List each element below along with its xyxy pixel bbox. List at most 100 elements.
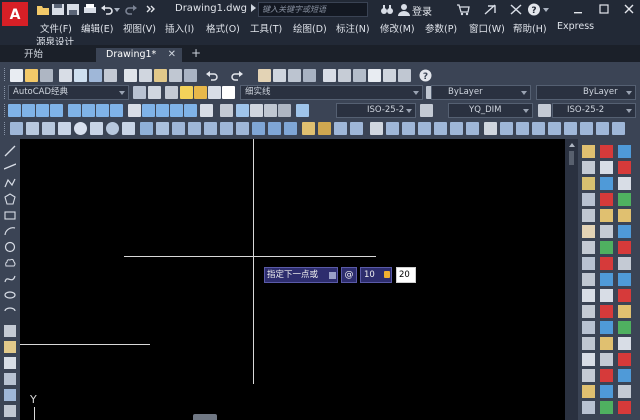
rotate-icon[interactable] [582, 241, 595, 254]
cylinder-icon[interactable] [90, 122, 103, 135]
gear-icon[interactable] [148, 86, 161, 99]
menu-tools[interactable]: 工具(T) [250, 21, 282, 35]
yq-tool-4-icon[interactable] [600, 193, 613, 206]
layer-color-swatch-icon[interactable] [222, 86, 235, 99]
fillet-icon[interactable] [582, 369, 595, 382]
yq-tool-7-icon[interactable] [600, 241, 613, 254]
angle-field[interactable]: 20 [396, 267, 416, 283]
rectangle-icon[interactable] [4, 209, 16, 221]
yq-tool-17-icon[interactable] [600, 401, 613, 414]
circle-icon[interactable] [4, 241, 16, 253]
undo-dropdown-icon[interactable] [113, 3, 121, 16]
make-block-icon[interactable] [4, 341, 16, 353]
layer-properties-icon[interactable] [165, 86, 178, 99]
lengthen-icon[interactable] [582, 401, 595, 414]
save-as-icon[interactable] [66, 3, 80, 16]
view-iso-ne-icon[interactable] [612, 122, 625, 135]
yq-tool-3-icon[interactable] [600, 177, 613, 190]
new-file-icon[interactable] [10, 69, 23, 82]
3d-move-icon[interactable] [302, 122, 315, 135]
view-top-icon[interactable] [484, 122, 497, 135]
workspace-settings-icon[interactable] [133, 86, 146, 99]
center-mark-icon[interactable] [220, 104, 233, 117]
ucs-icon[interactable] [370, 122, 383, 135]
yq-tool-19-icon[interactable] [618, 161, 631, 174]
plot-preview-icon[interactable] [74, 69, 87, 82]
ellipse-arc-icon[interactable] [4, 305, 16, 317]
help-dropdown-icon[interactable] [542, 3, 550, 16]
print-icon[interactable] [83, 3, 97, 16]
match-properties-icon[interactable] [169, 69, 182, 82]
yq-tool-31-icon[interactable] [618, 353, 631, 366]
yq-tool-33-icon[interactable] [618, 385, 631, 398]
3d-dwf-icon[interactable] [104, 69, 117, 82]
plot-icon[interactable] [59, 69, 72, 82]
wedge-icon[interactable] [42, 122, 55, 135]
presspull-icon[interactable] [188, 122, 201, 135]
search-input[interactable]: 键入关键字或短语 [258, 2, 368, 17]
jogged-linear-icon[interactable] [250, 104, 263, 117]
close-x-icon[interactable] [509, 3, 523, 16]
polysolid-icon[interactable] [10, 122, 23, 135]
help-icon[interactable]: ? [527, 3, 541, 16]
view-iso-sw-icon[interactable] [580, 122, 593, 135]
yq-tool-6-icon[interactable] [600, 225, 613, 238]
yq-tool-20-icon[interactable] [618, 177, 631, 190]
maximize-button[interactable] [596, 2, 612, 16]
table-style-select[interactable]: ISO-25-2 [552, 103, 636, 118]
zoom-window-icon[interactable] [288, 69, 301, 82]
diameter-dim-icon[interactable] [96, 104, 109, 117]
yq-tool-13-icon[interactable] [600, 337, 613, 350]
explode-icon[interactable] [582, 385, 595, 398]
yq-tool-27-icon[interactable] [618, 289, 631, 302]
menu-format[interactable]: 格式(O) [206, 21, 240, 35]
arc-icon[interactable] [4, 225, 16, 237]
ucs-world-icon[interactable] [386, 122, 399, 135]
zoom-realtime-icon[interactable] [273, 69, 286, 82]
dim-update-icon[interactable] [296, 104, 309, 117]
ucs-view-icon[interactable] [450, 122, 463, 135]
toolbar-undo-icon[interactable] [206, 69, 219, 82]
revision-cloud-icon[interactable] [4, 257, 16, 269]
block-editor-icon[interactable] [184, 69, 197, 82]
yq-tool-11-icon[interactable] [600, 305, 613, 318]
sweep-icon[interactable] [204, 122, 217, 135]
yq-tool-23-icon[interactable] [618, 225, 631, 238]
dim-style-icon[interactable] [420, 104, 433, 117]
redo-icon[interactable] [124, 3, 138, 16]
chamfer-icon[interactable] [582, 353, 595, 366]
yq-tool-24-icon[interactable] [618, 241, 631, 254]
paste-icon[interactable] [154, 69, 167, 82]
text-style-select[interactable]: ISO-25-2 [336, 103, 416, 118]
erase-pencil-icon[interactable] [582, 145, 595, 158]
toolbar-grip[interactable] [4, 68, 7, 81]
yq-tool-22-icon[interactable] [618, 209, 631, 222]
publish-icon[interactable] [89, 69, 102, 82]
open-icon[interactable] [25, 69, 38, 82]
ucs-object-icon[interactable] [434, 122, 447, 135]
menu-parametric[interactable]: 参数(P) [425, 21, 457, 35]
ucs-previous-icon[interactable] [402, 122, 415, 135]
offset-icon[interactable] [582, 193, 595, 206]
scale-icon[interactable] [582, 257, 595, 270]
toolbar-grip[interactable] [4, 104, 7, 117]
aligned-dim-icon[interactable] [22, 104, 35, 117]
yq-tool-18-icon[interactable] [618, 145, 631, 158]
sphere-icon[interactable] [74, 122, 87, 135]
view-iso-se-icon[interactable] [596, 122, 609, 135]
options-arrow-icon[interactable] [329, 272, 336, 279]
view-right-icon[interactable] [532, 122, 545, 135]
menu-dimension[interactable]: 标注(N) [336, 21, 370, 35]
join-icon[interactable] [582, 337, 595, 350]
yq-tool-28-icon[interactable] [618, 305, 631, 318]
hatch-icon[interactable] [4, 373, 16, 385]
pyramid-icon[interactable] [122, 122, 135, 135]
mirror-icon[interactable] [582, 177, 595, 190]
layer-lock-icon[interactable] [208, 86, 221, 99]
menu-window[interactable]: 窗口(W) [469, 21, 505, 35]
copy-object-icon[interactable] [582, 161, 595, 174]
autocad-logo[interactable]: A [2, 2, 28, 26]
binoculars-icon[interactable] [380, 3, 394, 16]
tab-drawing1[interactable]: Drawing1* ✕ [96, 48, 182, 63]
inspection-icon[interactable] [236, 104, 249, 117]
